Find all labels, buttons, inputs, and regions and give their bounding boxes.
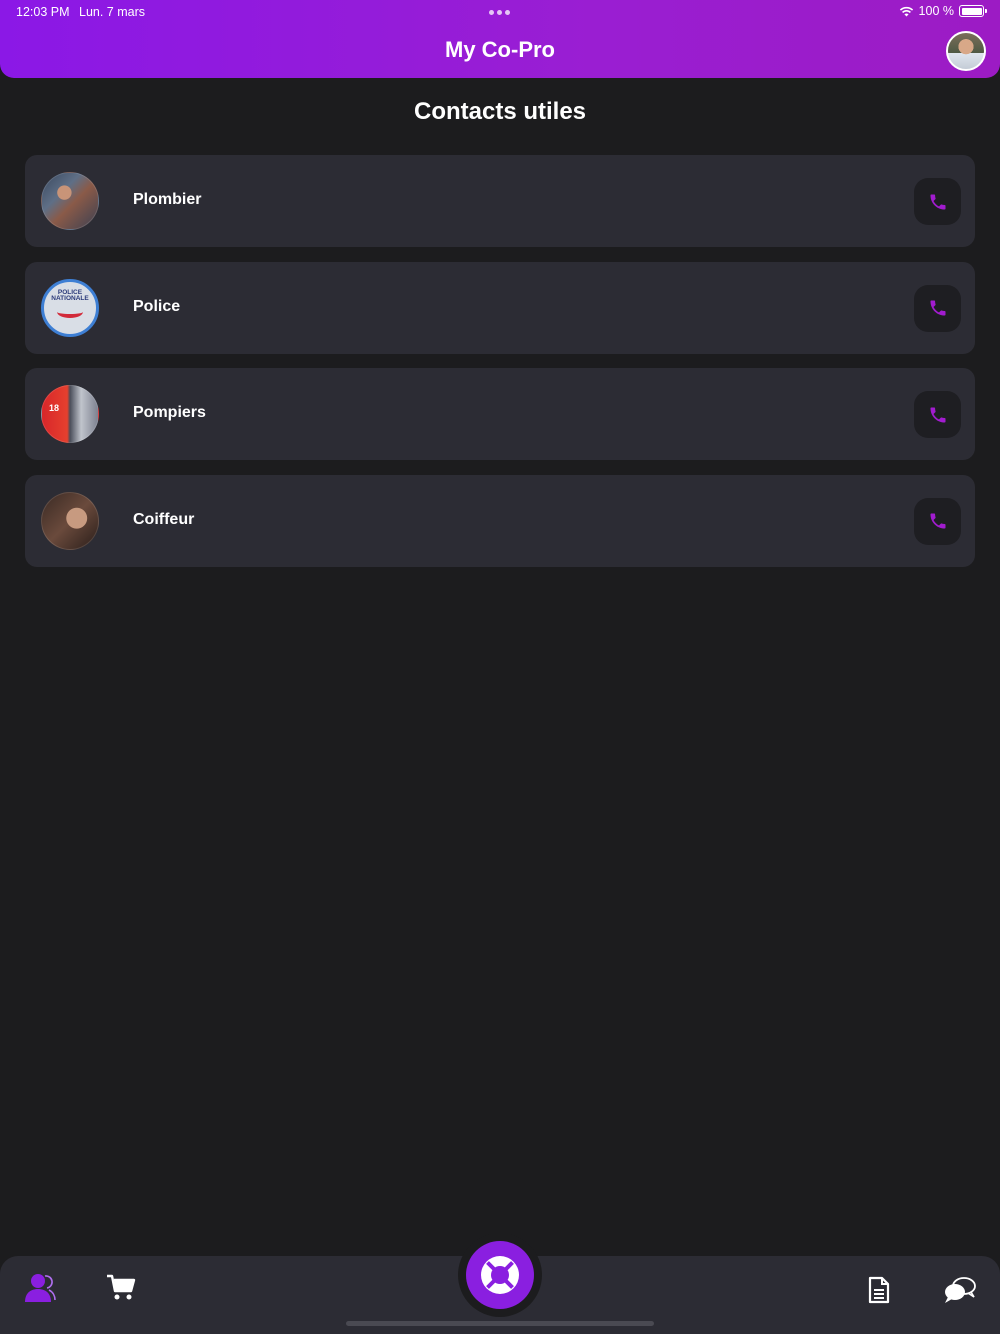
call-button-pompiers[interactable]	[914, 391, 961, 438]
wifi-icon	[899, 6, 913, 16]
phone-icon	[930, 407, 945, 422]
status-time: 12:03 PM	[16, 5, 70, 19]
police-nationale-logo: POLICE NATIONALE	[41, 278, 99, 337]
barber-photo	[41, 491, 99, 550]
contact-card-coiffeur[interactable]: Coiffeur	[25, 474, 975, 567]
police-logo-text: POLICE NATIONALE	[51, 288, 89, 302]
contact-name: Coiffeur	[133, 510, 195, 528]
help-button[interactable]	[466, 1241, 534, 1309]
call-button-plombier[interactable]	[914, 178, 961, 225]
tab-contacts[interactable]	[22, 1270, 58, 1306]
cart-icon	[107, 1274, 136, 1300]
status-date: Lun. 7 mars	[79, 5, 146, 19]
battery-text: 100 %	[918, 4, 954, 18]
phone-icon	[930, 194, 945, 209]
app-title: My Co-Pro	[445, 37, 555, 62]
plumber-photo	[41, 172, 99, 230]
tab-chat[interactable]	[942, 1274, 978, 1306]
document-icon	[868, 1276, 890, 1304]
help-lifebuoy-icon	[481, 1256, 519, 1294]
home-indicator	[346, 1321, 654, 1326]
contacts-list: Plombier POLICE NATIONALE Police 18 Pomp…	[25, 155, 975, 581]
app-header: 12:03 PM Lun. 7 mars 100 % My Co-Pro	[0, 0, 1000, 78]
firefighter-badge: 18	[49, 403, 60, 413]
contacts-icon	[25, 1274, 56, 1302]
status-right: 100 %	[899, 4, 987, 18]
tab-documents[interactable]	[864, 1274, 894, 1306]
phone-icon	[930, 300, 945, 316]
tab-shop[interactable]	[104, 1270, 138, 1304]
multitask-dots-icon[interactable]	[489, 10, 510, 15]
contact-name: Plombier	[133, 191, 202, 208]
firefighter-photo: 18	[41, 385, 99, 443]
contact-card-pompiers[interactable]: 18 Pompiers	[25, 368, 975, 460]
contact-card-plombier[interactable]: Plombier	[25, 155, 975, 247]
page-title: Contacts utiles	[413, 98, 587, 125]
contact-name: Police	[133, 297, 181, 315]
profile-avatar[interactable]	[946, 31, 986, 71]
phone-icon	[930, 513, 945, 529]
call-button-police[interactable]	[914, 284, 961, 332]
battery-icon	[959, 5, 987, 17]
chat-icon	[945, 1277, 976, 1303]
center-ring	[458, 1233, 542, 1317]
call-button-coiffeur[interactable]	[914, 497, 961, 545]
contact-card-police[interactable]: POLICE NATIONALE Police	[25, 261, 975, 354]
contact-name: Pompiers	[133, 404, 206, 421]
